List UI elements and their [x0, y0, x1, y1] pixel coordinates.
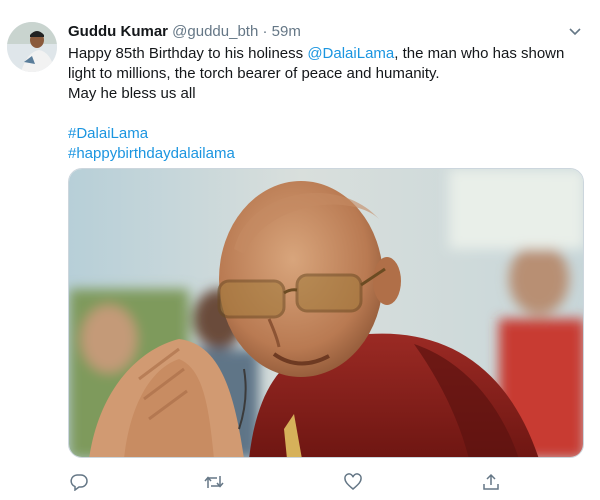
hashtag-link[interactable]: #DalaiLama [68, 124, 578, 144]
share-icon [483, 473, 499, 490]
tweet-photo[interactable] [68, 168, 584, 458]
tweet-menu-button[interactable] [566, 23, 584, 41]
tweet-line-3: May he bless us all [68, 85, 196, 102]
timestamp[interactable]: 59m [272, 23, 301, 40]
retweet-icon [204, 476, 224, 488]
tweet-header: Guddu Kumar @guddu_bth · 59m [68, 22, 568, 42]
tweet-line-2: light to millions, the torch bearer of p… [68, 65, 440, 82]
like-button[interactable] [342, 471, 364, 493]
hashtag-link[interactable]: #happybirthdaydalailama [68, 144, 578, 164]
separator-dot: · [262, 23, 268, 40]
chevron-down-icon [569, 28, 581, 36]
mention-link[interactable]: @DalaiLama [307, 45, 394, 62]
reply-icon [70, 474, 88, 491]
like-icon [344, 473, 362, 490]
reply-button[interactable] [68, 471, 90, 493]
tweet-actions [68, 471, 508, 493]
author-handle[interactable]: @guddu_bth [172, 23, 258, 40]
portrait-photo [69, 169, 583, 457]
tweet-line-1: Happy 85th Birthday to his holiness @Dal… [68, 44, 578, 64]
tweet-card: Guddu Kumar @guddu_bth · 59m Happy 85th … [0, 0, 600, 500]
retweet-button[interactable] [203, 471, 225, 493]
text-segment: , the man who has shown [394, 45, 565, 62]
avatar-image [7, 22, 57, 72]
share-button[interactable] [480, 471, 502, 493]
tweet-text: Happy 85th Birthday to his holiness @Dal… [68, 44, 578, 164]
avatar[interactable] [7, 22, 57, 72]
text-segment: Happy 85th Birthday to his holiness [68, 45, 308, 62]
author-name[interactable]: Guddu Kumar [68, 23, 168, 40]
